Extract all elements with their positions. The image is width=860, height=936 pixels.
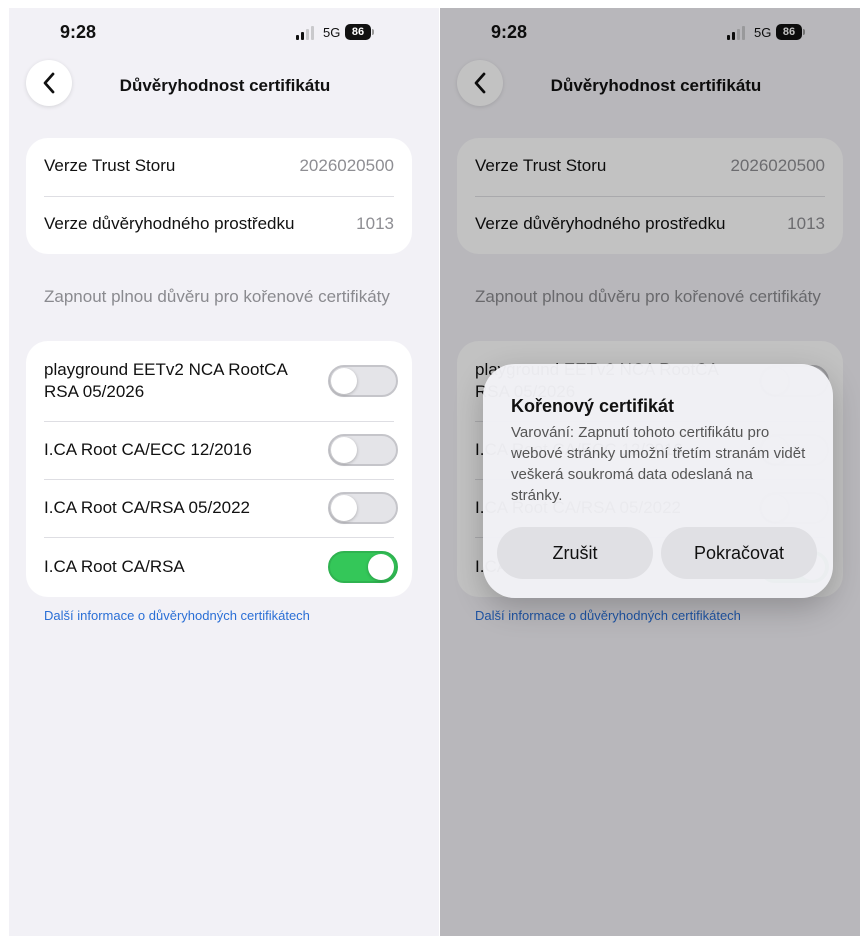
trusted-asset-version-label: Verze důvěryhodného prostředku [44,214,295,233]
cert-row: I.CA Root CA/ECC 12/2016 [26,421,412,479]
cert-row: playground EETv2 NCA RootCA RSA 05/2026 [26,341,412,421]
root-certificate-dialog: Kořenový certifikát Varování: Zapnutí toh… [483,364,833,598]
page-title: Důvěryhodnost certifikátu [119,76,331,95]
status-time: 9:28 [60,22,97,42]
trust-store-version-row: Verze Trust Storu 2026020500 [26,138,412,196]
version-info-card: Verze Trust Storu 2026020500 Verze důvěr… [26,138,412,254]
root-certificates-card: playground EETv2 NCA RootCA RSA 05/2026 … [26,341,412,597]
chevron-left-icon [43,72,55,94]
toggle-knob [368,554,394,580]
cert-toggle[interactable] [328,551,398,583]
cert-label: I.CA Root CA/ECC 12/2016 [44,440,252,459]
toggle-knob [331,368,357,394]
dialog-title: Kořenový certifikát [511,396,675,416]
back-button[interactable] [26,60,72,106]
signal-icon [296,26,318,40]
cert-label: I.CA Root CA/RSA [44,557,185,576]
trust-store-version-label: Verze Trust Storu [44,156,176,175]
settings-screen-with-dialog: 9:28 5G 86 Důvěryhodnost certifikátu Ver… [440,8,860,936]
cert-toggle[interactable] [328,492,398,524]
cert-toggle[interactable] [328,434,398,466]
battery-tip [372,29,374,35]
network-type: 5G [323,25,341,40]
status-bar: 9:28 5G 86 [9,8,439,64]
toggle-knob [331,437,357,463]
toggle-knob [331,495,357,521]
continue-button[interactable]: Pokračovat [661,527,817,579]
more-info-link[interactable]: Další informace o důvěryhodných certifik… [44,608,310,623]
cert-label: playground EETv2 NCA RootCA RSA 05/2026 [44,360,287,401]
settings-screen: 9:28 5G 86 Důvěryhodnost certifikátu Ver… [9,8,439,936]
cert-label: I.CA Root CA/RSA 05/2022 [44,498,251,517]
cert-row: I.CA Root CA/RSA [26,537,412,597]
cancel-button[interactable]: Zrušit [497,527,653,579]
section-title: Zapnout plnou důvěru pro kořenové certif… [44,287,390,306]
cert-toggle[interactable] [328,365,398,397]
trusted-asset-version-value: 1013 [356,214,394,233]
cert-row: I.CA Root CA/RSA 05/2022 [26,479,412,537]
trusted-asset-version-row: Verze důvěryhodného prostředku 1013 [26,196,412,254]
trust-store-version-value: 2026020500 [299,156,394,175]
dialog-message: Varování: Zapnutí tohoto certifikátu pro… [511,424,806,504]
battery-icon: 86 [345,24,371,40]
